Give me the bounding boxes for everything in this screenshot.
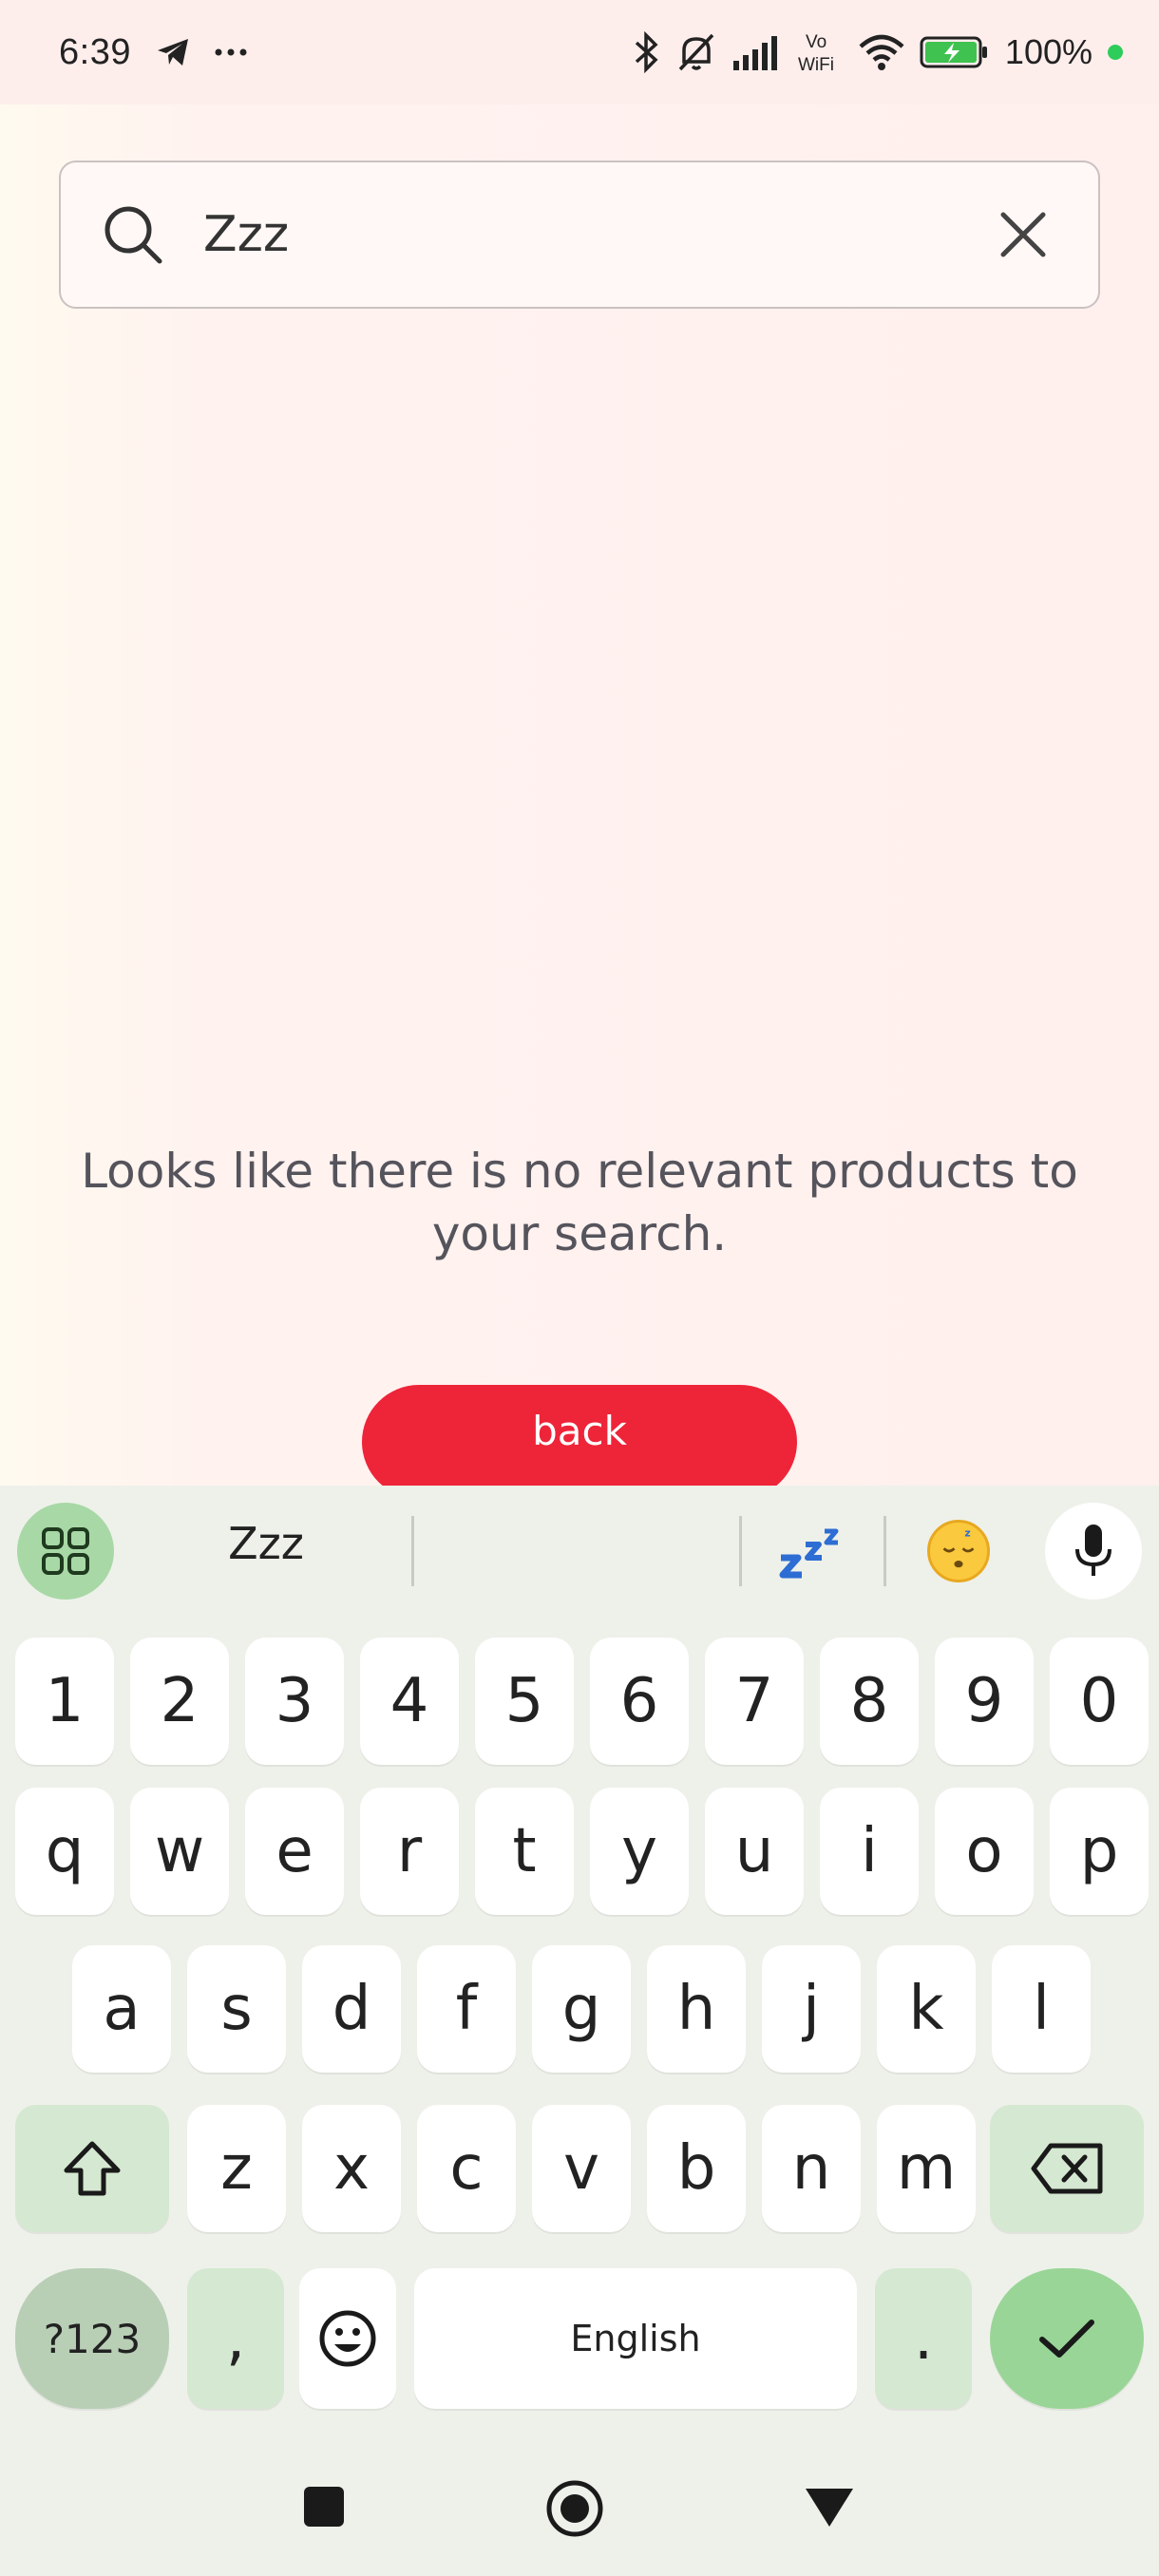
search-input[interactable] [203,206,996,263]
key-z[interactable]: z [187,2105,286,2232]
comma-key[interactable]: , [187,2268,284,2409]
key-r[interactable]: r [360,1788,459,1915]
more-icon [215,48,247,56]
status-bar: 6:39 Vo WiFi 100% [0,0,1159,104]
key-q[interactable]: q [15,1788,114,1915]
silent-icon [678,33,714,71]
key-e[interactable]: e [245,1788,344,1915]
zzz-emoji-icon[interactable] [777,1514,844,1581]
key-o[interactable]: o [935,1788,1034,1915]
wifi-icon [859,34,904,70]
key-v[interactable]: v [532,2105,631,2232]
svg-text:WiFi: WiFi [798,55,834,74]
key-d[interactable]: d [302,1945,401,2073]
keyboard-menu-button[interactable] [17,1503,114,1600]
symbols-key[interactable]: ?123 [15,2268,169,2409]
navigation-bar [0,2432,1159,2576]
key-h[interactable]: h [647,1945,746,2073]
home-icon[interactable] [545,2479,604,2538]
key-g[interactable]: g [532,1945,631,2073]
key-p[interactable]: p [1050,1788,1149,1915]
checkmark-icon [1039,2320,1094,2358]
battery-percent: 100% [1004,32,1092,71]
svg-text:z: z [964,1527,970,1540]
empty-state-message: Looks like there is no relevant products… [81,1144,1078,1261]
key-9[interactable]: 9 [935,1638,1034,1765]
enter-key[interactable] [990,2268,1144,2409]
shift-key[interactable] [15,2105,169,2232]
key-7[interactable]: 7 [705,1638,804,1765]
back-nav-icon[interactable] [804,2487,855,2529]
sleeping-face-emoji-icon[interactable]: z [927,1520,990,1582]
shift-icon [64,2141,121,2196]
backspace-key[interactable] [990,2105,1144,2232]
period-key[interactable]: . [875,2268,972,2409]
key-k[interactable]: k [877,1945,976,2073]
bluetooth-icon [635,31,658,73]
key-b[interactable]: b [647,2105,746,2232]
key-j[interactable]: j [762,1945,861,2073]
key-1[interactable]: 1 [15,1638,114,1765]
key-i[interactable]: i [820,1788,919,1915]
key-s[interactable]: s [187,1945,286,2073]
emoji-key[interactable] [299,2268,396,2409]
divider [739,1516,742,1586]
key-n[interactable]: n [762,2105,861,2232]
battery-icon [920,36,987,68]
backspace-icon [1031,2143,1103,2194]
key-5[interactable]: 5 [475,1638,574,1765]
suggestion-word[interactable]: Zzz [152,1518,380,1569]
recents-icon[interactable] [302,2485,346,2529]
space-key[interactable]: English [414,2268,857,2409]
keyboard: Zzz z 1 2 3 4 5 6 7 8 9 0 q w e r t y u … [0,1486,1159,2576]
privacy-indicator-dot [1108,45,1123,60]
key-y[interactable]: y [590,1788,689,1915]
key-6[interactable]: 6 [590,1638,689,1765]
svg-text:Vo: Vo [806,32,826,52]
key-t[interactable]: t [475,1788,574,1915]
key-8[interactable]: 8 [820,1638,919,1765]
key-c[interactable]: c [417,2105,516,2232]
key-3[interactable]: 3 [245,1638,344,1765]
key-w[interactable]: w [130,1788,229,1915]
divider [411,1516,414,1586]
key-0[interactable]: 0 [1050,1638,1149,1765]
close-icon[interactable] [996,207,1051,262]
voice-input-button[interactable] [1045,1503,1142,1600]
suggestion-bar: Zzz z [0,1486,1159,1615]
back-button[interactable]: back [362,1385,797,1499]
emoji-icon [319,2310,376,2367]
search-icon [104,206,162,264]
key-4[interactable]: 4 [360,1638,459,1765]
key-f[interactable]: f [417,1945,516,2073]
status-time: 6:39 [59,31,131,72]
key-m[interactable]: m [877,2105,976,2232]
telegram-icon [157,39,188,66]
key-2[interactable]: 2 [130,1638,229,1765]
signal-icon [732,36,777,70]
key-x[interactable]: x [302,2105,401,2232]
divider [884,1516,886,1586]
vowifi-icon: Vo WiFi [798,32,834,74]
search-bar[interactable] [59,161,1100,309]
key-u[interactable]: u [705,1788,804,1915]
microphone-icon [1075,1525,1112,1576]
key-a[interactable]: a [72,1945,171,2073]
key-l[interactable]: l [992,1945,1091,2073]
grid-icon [42,1527,89,1575]
